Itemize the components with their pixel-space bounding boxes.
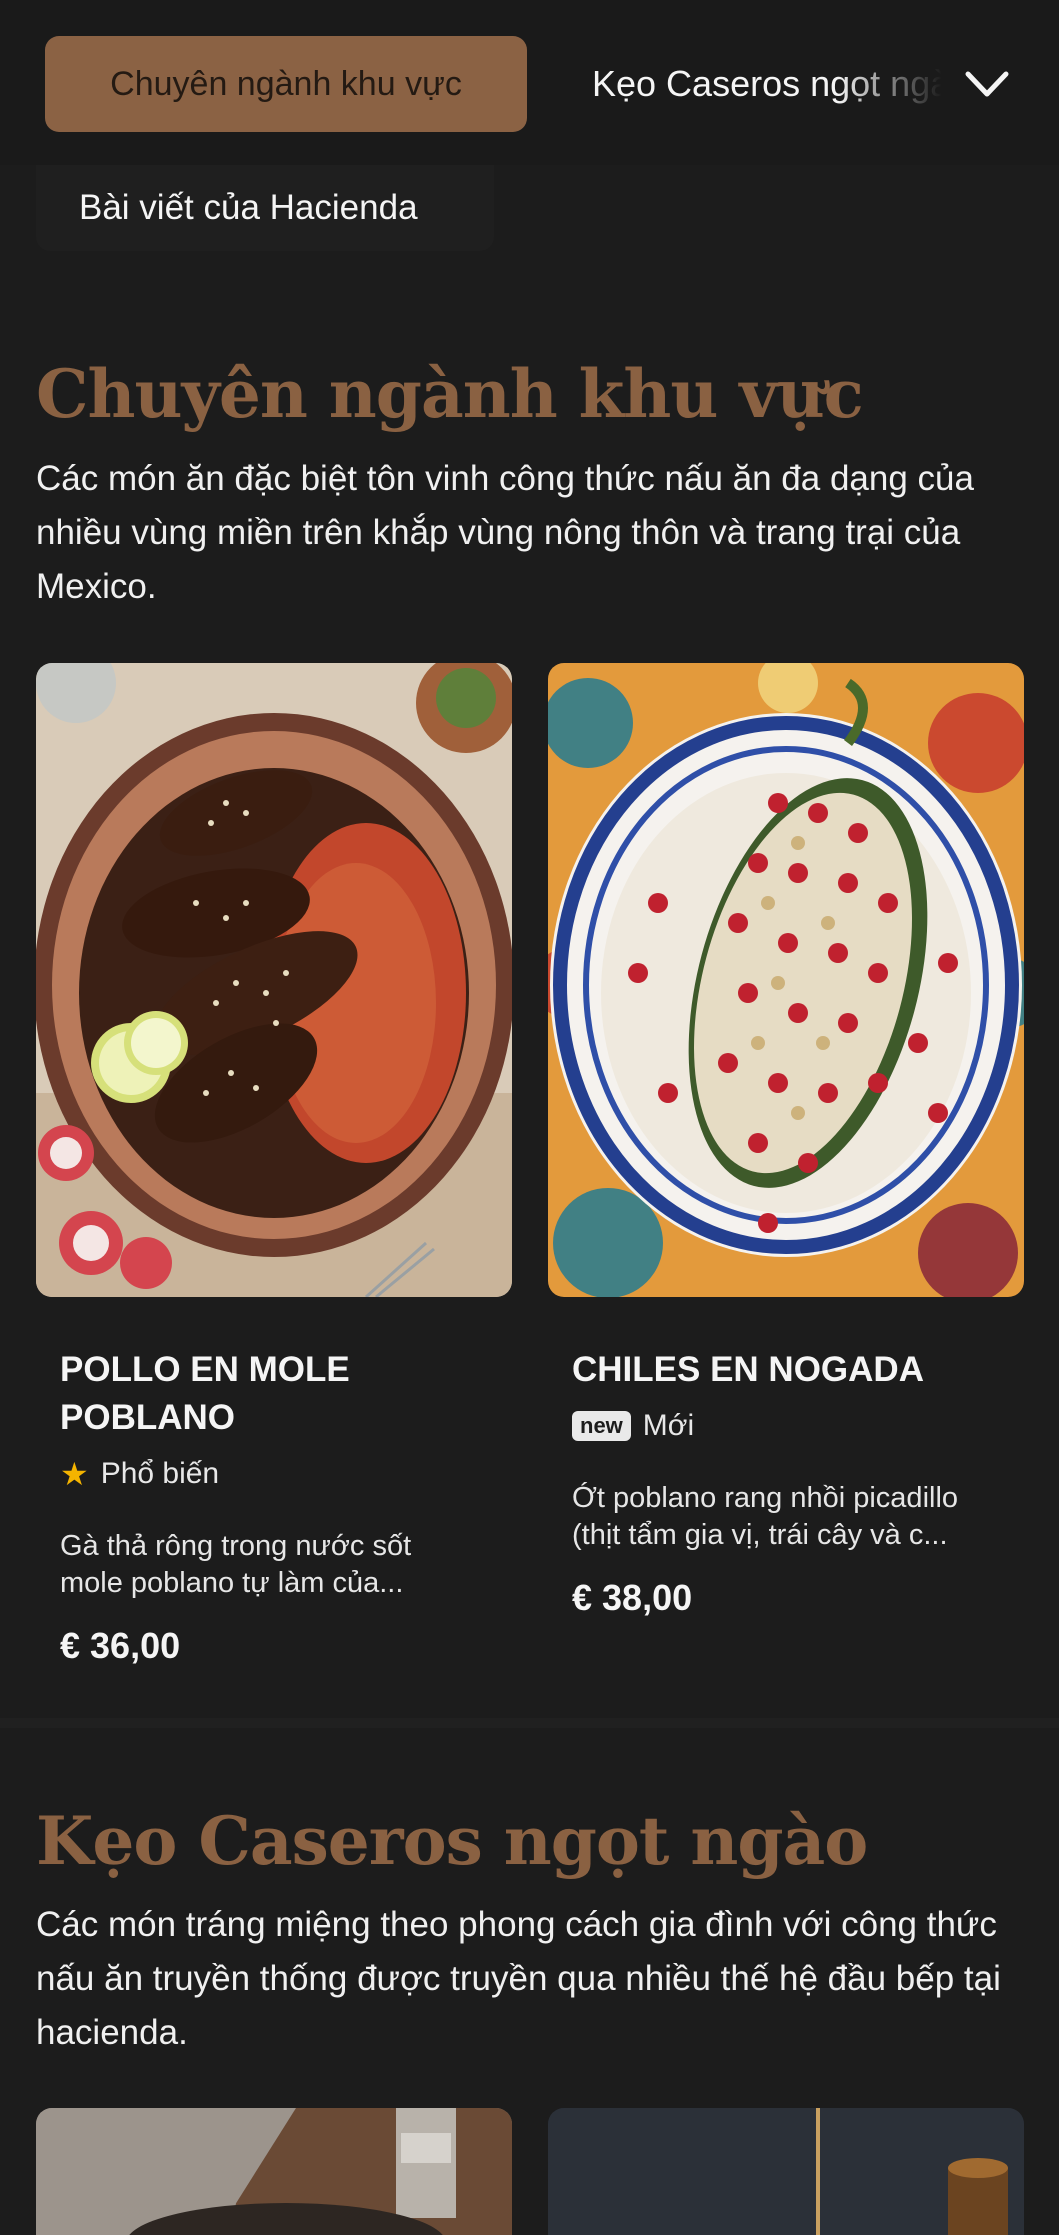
dish-image-pollo-mole <box>36 663 512 1297</box>
nav-dropdown-item-hacienda-posts[interactable]: Bài viết của Hacienda <box>36 165 494 251</box>
section-title: Chuyên ngành khu vực <box>36 355 864 433</box>
section-description: Các món tráng miệng theo phong cách gia … <box>36 1905 1001 2052</box>
section-description: Các món ăn đặc biệt tôn vinh công thức n… <box>36 459 974 606</box>
dish-image <box>36 2108 512 2235</box>
dish-price: € 36,00 <box>60 1625 181 1666</box>
category-nav: Chuyên ngành khu vực Kẹo Caseros ngọt ng… <box>0 0 1059 165</box>
nav-tab-sweet-caseros[interactable]: Kẹo Caseros ngọt ngào <box>592 36 942 132</box>
section-title: Kẹo Caseros ngọt ngào <box>36 1802 868 1880</box>
dish-description: Gà thả rông trong nước sốt mole poblano … <box>60 1530 412 1599</box>
menu-item-card[interactable]: POLLO EN MOLE POBLANO ★ Phổ biến Gà thả … <box>36 663 512 1683</box>
dish-image-chiles-nogada <box>548 663 1024 1297</box>
badge-label: Phổ biến <box>100 1457 220 1490</box>
dish-price: € 38,00 <box>572 1577 693 1618</box>
dish-description: Ớt poblano rang nhồi picadillo (thịt tẩm… <box>572 1482 959 1551</box>
section-divider <box>0 1718 1059 1728</box>
star-icon: ★ <box>60 1456 89 1492</box>
nav-tab-regional-specialties[interactable]: Chuyên ngành khu vực <box>45 36 527 132</box>
badge-label: Mới <box>642 1409 695 1442</box>
popular-badge: ★ Phổ biến <box>60 1455 219 1493</box>
chevron-down-icon[interactable] <box>962 62 1012 106</box>
menu-item-card[interactable] <box>36 2108 512 2235</box>
new-badge: new Mới <box>572 1409 694 1443</box>
new-tag: new <box>572 1411 631 1441</box>
menu-item-card[interactable]: CHILES EN NOGADA new Mới Ớt poblano rang… <box>548 663 1024 1643</box>
dish-image <box>548 2108 1024 2235</box>
dish-name: CHILES EN NOGADA <box>572 1350 924 1389</box>
dish-name: POLLO EN MOLE POBLANO <box>60 1350 350 1437</box>
menu-item-card[interactable] <box>548 2108 1024 2235</box>
